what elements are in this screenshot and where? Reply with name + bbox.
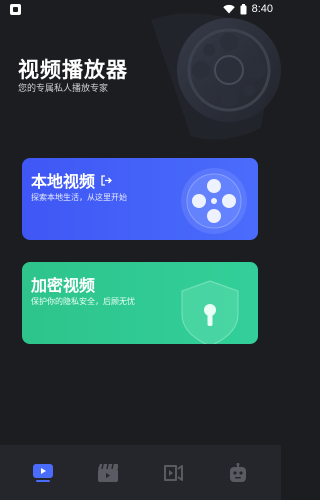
encrypted-video-card[interactable]: 加密视频 保护你的隐私安全，后顾无忧 bbox=[22, 262, 258, 344]
shield-lock-icon bbox=[181, 280, 239, 344]
local-video-description: 探索本地生活，从这里开始 bbox=[31, 193, 127, 202]
bottom-nav bbox=[0, 445, 281, 500]
encrypted-video-title-row: 加密视频 bbox=[31, 272, 95, 296]
page-title: 视频播放器 bbox=[18, 58, 128, 82]
status-bar: 8:40 bbox=[0, 0, 281, 18]
page-subtitle: 您的专属私人播放专家 bbox=[18, 84, 109, 94]
wifi-icon bbox=[222, 4, 235, 14]
local-video-card[interactable]: 本地视频 探索本地生活，从这里开始 bbox=[22, 158, 258, 240]
local-video-title: 本地视频 bbox=[31, 172, 96, 191]
battery-icon bbox=[240, 3, 247, 14]
film-reel-icon bbox=[151, 13, 281, 140]
nav-item-video[interactable] bbox=[23, 453, 63, 493]
encrypted-video-description: 保护你的隐私安全，后顾无忧 bbox=[31, 297, 135, 306]
status-right: 8:40 bbox=[222, 3, 273, 15]
nav-item-robot[interactable] bbox=[218, 453, 258, 493]
status-left bbox=[10, 3, 21, 15]
notification-app-icon bbox=[10, 3, 21, 15]
play-video-icon bbox=[32, 463, 53, 482]
status-time: 8:40 bbox=[251, 3, 273, 15]
local-video-title-row: 本地视频 bbox=[31, 168, 112, 192]
robot-icon bbox=[230, 462, 247, 482]
enter-arrow-icon bbox=[101, 174, 112, 186]
nav-item-share[interactable] bbox=[153, 453, 193, 493]
nav-item-clip[interactable] bbox=[88, 453, 128, 493]
film-reel-art-icon bbox=[181, 168, 247, 234]
clapperboard-icon bbox=[97, 463, 118, 482]
encrypted-video-title: 加密视频 bbox=[31, 276, 96, 295]
video-share-icon bbox=[164, 464, 184, 481]
